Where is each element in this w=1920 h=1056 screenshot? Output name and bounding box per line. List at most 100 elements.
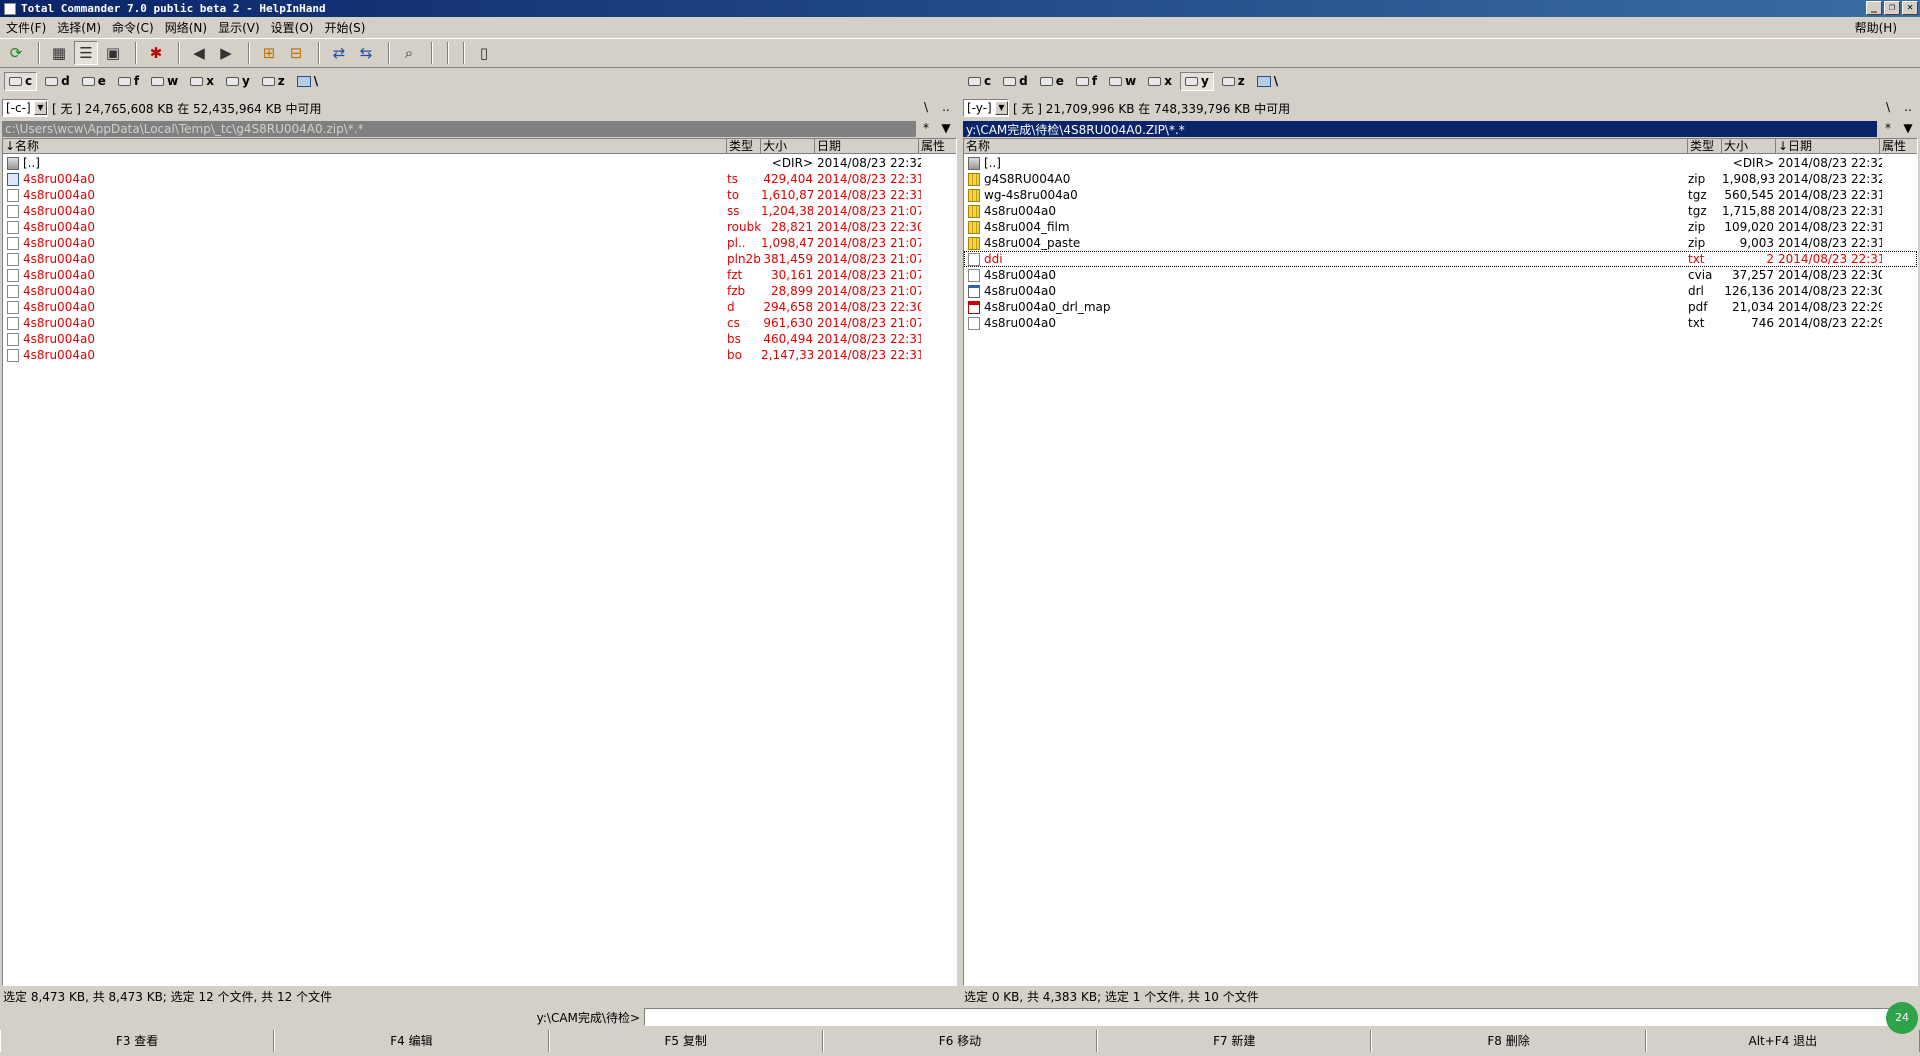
menu-start[interactable]: 开始(S) <box>322 19 374 36</box>
file-row[interactable]: wg-4s8ru004a0 tgz 560,545 2014/08/23 22:31-… <box>964 187 1917 203</box>
right-history-star-icon[interactable]: * <box>1880 121 1896 137</box>
left-drive-button-x[interactable]: x <box>186 72 218 91</box>
right-header-name[interactable]: 名称 <box>964 139 1688 154</box>
file-row[interactable]: 4s8ru004a0 pl.. 1,098,479 2014/08/23 21:07-… <box>3 235 956 251</box>
left-drive-button-e[interactable]: e <box>78 72 110 91</box>
function-key-bar: F3 查看 F4 编辑 F5 复制 F6 移动 F7 新建 F8 删除 Alt+… <box>0 1030 1920 1054</box>
notepad-icon[interactable]: ▯ <box>472 41 496 65</box>
f4-edit-button[interactable]: F4 编辑 <box>274 1030 549 1052</box>
minimize-button[interactable]: _ <box>1866 1 1882 15</box>
file-row[interactable]: 4s8ru004_film zip 109,020 2014/08/23 22:31-… <box>964 219 1917 235</box>
f7-new-folder-button[interactable]: F7 新建 <box>1097 1030 1372 1052</box>
left-drive-button-network[interactable]: \ <box>293 72 322 91</box>
file-row[interactable]: g4S8RU004A0 zip 1,908,935 2014/08/23 22:32-… <box>964 171 1917 187</box>
left-history-dropdown-icon[interactable]: ▼ <box>938 121 954 137</box>
f5-copy-button[interactable]: F5 复制 <box>548 1030 823 1052</box>
right-header-ext[interactable]: 类型 <box>1688 139 1722 154</box>
right-history-dropdown-icon[interactable]: ▼ <box>1900 121 1916 137</box>
unpack-icon[interactable]: ⊟ <box>284 41 308 65</box>
left-header-size[interactable]: 大小 <box>761 139 815 154</box>
right-file-panel[interactable]: 名称 类型 大小 ↓日期 属性 [..] <DIR> 2014/08/23 22:3… <box>963 138 1918 986</box>
close-button[interactable]: ✕ <box>1902 1 1918 15</box>
command-input[interactable] <box>644 1008 1906 1026</box>
left-drive-selector[interactable]: [-c-] ▼ <box>2 99 48 117</box>
right-root-button[interactable]: \ <box>1880 100 1896 116</box>
left-header-name[interactable]: ↓名称 <box>3 139 727 154</box>
f8-delete-button[interactable]: F8 删除 <box>1371 1030 1646 1052</box>
file-row[interactable]: 4s8ru004a0 d 294,658 2014/08/23 22:30-a– <box>3 299 956 315</box>
back-icon[interactable]: ◀ <box>187 41 211 65</box>
file-row[interactable]: 4s8ru004a0 bo 2,147,332 2014/08/23 22:31-a– <box>3 347 956 363</box>
file-row[interactable]: 4s8ru004_paste zip 9,003 2014/08/23 22:31-a… <box>964 235 1917 251</box>
file-row[interactable]: 4s8ru004a0 bs 460,494 2014/08/23 22:31-a– <box>3 331 956 347</box>
right-header-size[interactable]: 大小 <box>1722 139 1776 154</box>
left-header-attr[interactable]: 属性 <box>919 139 956 154</box>
right-drive-button-c[interactable]: c <box>964 72 995 91</box>
restore-button[interactable]: ❐ <box>1884 1 1900 15</box>
right-path-bar[interactable]: y:\CAM完成\待检\4S8RU004A0.ZIP\*.* <box>963 121 1877 137</box>
right-drive-button-e[interactable]: e <box>1036 72 1068 91</box>
thumbnail-view-icon[interactable]: ▣ <box>101 41 125 65</box>
file-row[interactable]: 4s8ru004a0 ts 429,404 2014/08/23 22:31-a– <box>3 171 956 187</box>
left-parent-button[interactable]: .. <box>938 100 954 116</box>
menu-configuration[interactable]: 设置(O) <box>269 19 323 36</box>
left-header-date[interactable]: 日期 <box>815 139 919 154</box>
left-drive-button-z[interactable]: z <box>258 72 289 91</box>
right-parent-button[interactable]: .. <box>1900 100 1916 116</box>
file-row[interactable]: [..] <DIR> 2014/08/23 22:32— <box>3 155 956 171</box>
right-drive-button-z[interactable]: z <box>1218 72 1249 91</box>
file-row[interactable]: 4s8ru004a0 roubk 28,821 2014/08/23 22:30-a– <box>3 219 956 235</box>
menu-mark[interactable]: 选择(M) <box>55 19 110 36</box>
left-root-button[interactable]: \ <box>918 100 934 116</box>
pack-icon[interactable]: ⊞ <box>257 41 281 65</box>
full-view-icon[interactable]: ☰ <box>74 41 98 65</box>
archive-icon <box>968 221 980 234</box>
compare-dirs-icon[interactable]: ⇄ <box>327 41 351 65</box>
left-drive-button-f[interactable]: f <box>114 72 143 91</box>
menu-commands[interactable]: 命令(C) <box>110 19 163 36</box>
file-row[interactable]: 4s8ru004a0 to 1,610,875 2014/08/23 22:31-a– <box>3 187 956 203</box>
right-drive-selector[interactable]: [-y-] ▼ <box>963 99 1009 117</box>
file-row[interactable]: 4s8ru004a0 fzt 30,161 2014/08/23 21:07-a– <box>3 267 956 283</box>
invert-selection-icon[interactable]: ✱ <box>144 41 168 65</box>
sync-dirs-icon[interactable]: ⇆ <box>354 41 378 65</box>
refresh-icon[interactable]: ⟳ <box>4 41 28 65</box>
left-header-ext[interactable]: 类型 <box>727 139 761 154</box>
file-row[interactable]: 4s8ru004a0 cvia 37,257 2014/08/23 22:30-a– <box>964 267 1917 283</box>
right-drive-button-w[interactable]: w <box>1105 72 1140 91</box>
left-drive-button-c[interactable]: c <box>4 71 38 91</box>
file-row[interactable]: 4s8ru004a0 fzb 28,899 2014/08/23 21:07-a– <box>3 283 956 299</box>
file-row[interactable]: 4s8ru004a0_drl_map pdf 21,034 2014/08/23 22… <box>964 299 1917 315</box>
file-row[interactable]: 4s8ru004a0 pln2b381,459 2014/08/23 21:07-a… <box>3 251 956 267</box>
right-drive-button-network[interactable]: \ <box>1253 72 1282 91</box>
left-history-star-icon[interactable]: * <box>918 121 934 137</box>
right-header-date[interactable]: ↓日期 <box>1776 139 1880 154</box>
f3-view-button[interactable]: F3 查看 <box>0 1030 275 1052</box>
file-row[interactable]: 4s8ru004a0 tgz 1,715,889 2014/08/23 22:31-a… <box>964 203 1917 219</box>
right-drive-button-x[interactable]: x <box>1144 72 1176 91</box>
file-row[interactable]: ddi txt 2 2014/08/23 22:31-a– <box>964 251 1917 267</box>
file-row[interactable]: 4s8ru004a0 drl 126,136 2014/08/23 22:30-a– <box>964 283 1917 299</box>
menu-file[interactable]: 文件(F) <box>4 19 55 36</box>
f6-move-button[interactable]: F6 移动 <box>822 1030 1098 1052</box>
brief-view-icon[interactable]: ▦ <box>47 41 71 65</box>
right-drive-button-y[interactable]: y <box>1179 71 1214 91</box>
left-drive-button-y[interactable]: y <box>222 72 254 91</box>
right-header-attr[interactable]: 属性 <box>1880 139 1917 154</box>
file-row[interactable]: [..] <DIR> 2014/08/23 22:32— <box>964 155 1917 171</box>
menu-net[interactable]: 网络(N) <box>163 19 216 36</box>
menu-show[interactable]: 显示(V) <box>216 19 269 36</box>
left-path-bar[interactable]: c:\Users\wcw\AppData\Local\Temp\_tc\g4S8… <box>2 121 916 137</box>
file-row[interactable]: 4s8ru004a0 txt 746 2014/08/23 22:29-a– <box>964 315 1917 331</box>
menu-help[interactable]: 帮助(H) <box>1853 19 1906 36</box>
search-icon[interactable]: ⌕ <box>397 41 421 65</box>
left-drive-button-w[interactable]: w <box>147 72 182 91</box>
right-drive-button-d[interactable]: d <box>999 72 1032 91</box>
alt-f4-exit-button[interactable]: Alt+F4 退出 <box>1645 1030 1920 1052</box>
right-drive-button-f[interactable]: f <box>1072 72 1101 91</box>
forward-icon[interactable]: ▶ <box>214 41 238 65</box>
left-file-panel[interactable]: ↓名称 类型 大小 日期 属性 [..] <DIR> 2014/08/23 22:3… <box>2 138 957 986</box>
file-row[interactable]: 4s8ru004a0 cs 961,630 2014/08/23 21:07-a– <box>3 315 956 331</box>
file-row[interactable]: 4s8ru004a0 ss 1,204,382 2014/08/23 21:07-a– <box>3 203 956 219</box>
left-drive-button-d[interactable]: d <box>41 72 74 91</box>
